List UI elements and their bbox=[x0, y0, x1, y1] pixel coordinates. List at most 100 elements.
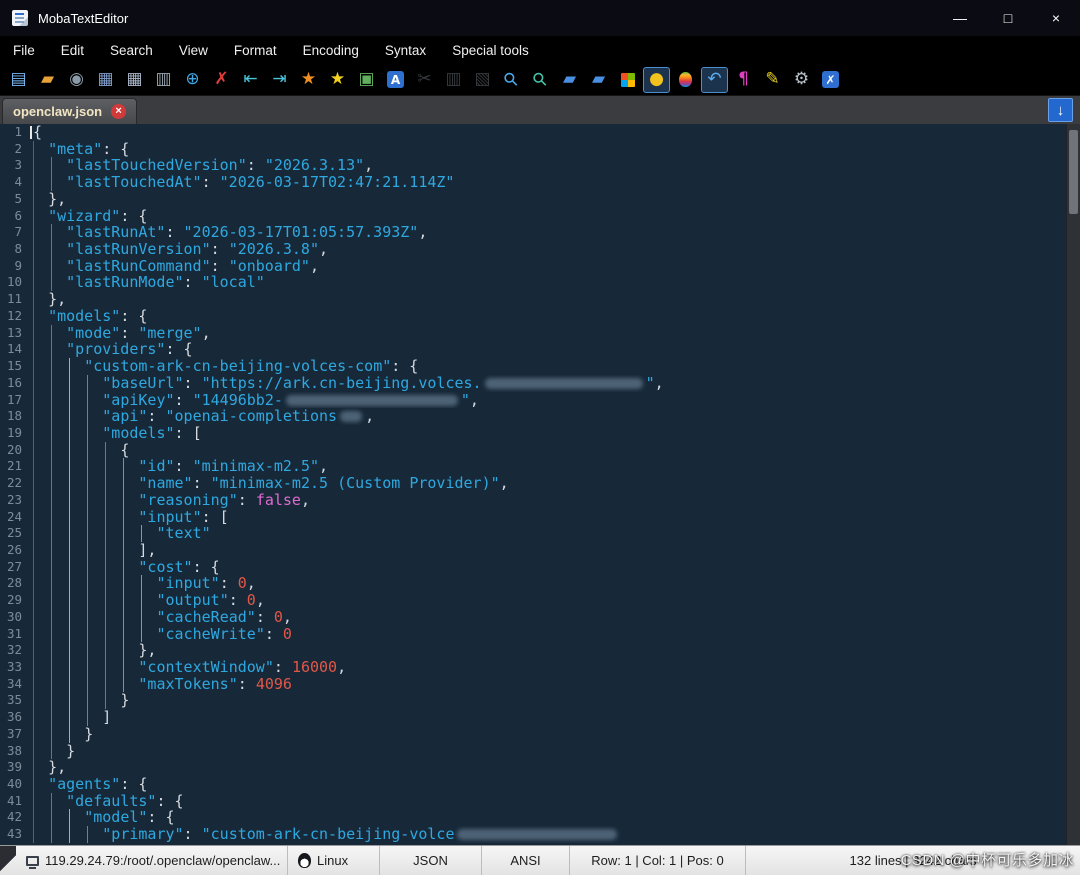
code-line[interactable]: 31 "cacheWrite": 0 bbox=[0, 625, 1080, 643]
new-file-button[interactable]: ▤ bbox=[5, 67, 32, 93]
code-line[interactable]: 9 "lastRunCommand": "onboard", bbox=[0, 257, 1080, 275]
menu-edit[interactable]: Edit bbox=[48, 36, 97, 64]
undo-button[interactable]: ↶ bbox=[701, 66, 728, 93]
code-line[interactable]: 30 "cacheRead": 0, bbox=[0, 608, 1080, 626]
search-button[interactable]: ⚲ bbox=[498, 67, 525, 93]
minimize-button[interactable]: — bbox=[936, 0, 984, 36]
code-line[interactable]: 34 "maxTokens": 4096 bbox=[0, 675, 1080, 693]
code-area[interactable]: 1{2 "meta": {3 "lastTouchedVersion": "2026… bbox=[0, 124, 1080, 843]
code-line[interactable]: 19 "models": [ bbox=[0, 424, 1080, 442]
code-line[interactable]: 39}, bbox=[0, 759, 1080, 777]
line-number: 6 bbox=[14, 207, 22, 223]
save-button[interactable]: ▦ bbox=[92, 67, 119, 93]
apple-button[interactable] bbox=[672, 67, 699, 93]
code-line[interactable]: 3 "lastTouchedVersion": "2026.3.13", bbox=[0, 157, 1080, 175]
code-line[interactable]: 23 "reasoning": false, bbox=[0, 491, 1080, 509]
code-line[interactable]: 8 "lastRunVersion": "2026.3.8", bbox=[0, 241, 1080, 258]
code-line[interactable]: 32}, bbox=[0, 642, 1080, 659]
globe-button[interactable]: ⊕ bbox=[179, 67, 206, 93]
tab-close-icon[interactable]: × bbox=[111, 104, 127, 119]
code-line[interactable]: 26], bbox=[0, 541, 1080, 559]
code-line[interactable]: 12 "models": { bbox=[0, 307, 1080, 325]
menu-syntax[interactable]: Syntax bbox=[372, 36, 439, 64]
code-line[interactable]: 29 "output": 0, bbox=[0, 592, 1080, 609]
paste-button[interactable]: ▧ bbox=[469, 67, 496, 93]
code-line[interactable]: 36] bbox=[0, 709, 1080, 726]
copy-button[interactable]: ▥ bbox=[440, 67, 467, 93]
blue-close-button[interactable]: ✗ bbox=[817, 67, 844, 93]
code-line[interactable]: 43 "primary": "custom-ark-cn-beijing-volc… bbox=[0, 826, 1080, 843]
prev-doc-button[interactable]: ▰ bbox=[556, 67, 583, 93]
tab-openclaw-json[interactable]: openclaw.json × bbox=[2, 98, 138, 124]
code-line[interactable]: 27 "cost": { bbox=[0, 558, 1080, 576]
code-line[interactable]: 10 "lastRunMode": "local" bbox=[0, 274, 1080, 292]
editor[interactable]: 1{2 "meta": {3 "lastTouchedVersion": "2026… bbox=[0, 124, 1080, 845]
pilcrow-button[interactable]: ¶ bbox=[730, 67, 757, 93]
maximize-button[interactable]: □ bbox=[984, 0, 1032, 36]
indent-button[interactable]: ⇥ bbox=[266, 67, 293, 93]
screenshot-button[interactable]: ▣ bbox=[353, 67, 380, 93]
tab-bar: openclaw.json × ↓ bbox=[0, 96, 1080, 124]
apple-icon bbox=[679, 72, 692, 87]
code-line[interactable]: 21 "id": "minimax-m2.5", bbox=[0, 458, 1080, 476]
pencil-button[interactable]: ✎ bbox=[759, 67, 786, 93]
record-button[interactable]: ◉ bbox=[63, 67, 90, 93]
code-line[interactable]: 22 "name": "minimax-m2.5 (Custom Provider… bbox=[0, 475, 1080, 492]
print-button[interactable]: ▥ bbox=[150, 67, 177, 93]
code-line[interactable]: 41 "defaults": { bbox=[0, 792, 1080, 810]
windows-button[interactable] bbox=[614, 67, 641, 93]
cut-button[interactable]: ✂ bbox=[411, 67, 438, 93]
code-content: "id": "minimax-m2.5", bbox=[30, 458, 1080, 476]
code-line[interactable]: 15 "custom-ark-cn-beijing-volces-com": { bbox=[0, 358, 1080, 375]
code-content: { bbox=[30, 124, 1080, 141]
menu-encoding[interactable]: Encoding bbox=[290, 36, 372, 64]
penguin-button[interactable]: ● bbox=[643, 66, 670, 93]
indent-guide bbox=[105, 525, 107, 542]
code-line[interactable]: 24 "input": [ bbox=[0, 508, 1080, 526]
menu-special-tools[interactable]: Special tools bbox=[439, 36, 542, 64]
next-doc-button[interactable]: ▰ bbox=[585, 67, 612, 93]
scrollbar-thumb[interactable] bbox=[1069, 130, 1078, 214]
code-line[interactable]: 38} bbox=[0, 742, 1080, 760]
code-line[interactable]: 40 "agents": { bbox=[0, 776, 1080, 793]
open-folder-button[interactable]: ▰ bbox=[34, 67, 61, 93]
code-line[interactable]: 7 "lastRunAt": "2026-03-17T01:05:57.393Z"… bbox=[0, 224, 1080, 242]
close-button[interactable]: × bbox=[1032, 0, 1080, 36]
outdent-button[interactable]: ⇤ bbox=[237, 67, 264, 93]
code-line[interactable]: 6 "wizard": { bbox=[0, 207, 1080, 225]
menu-file[interactable]: File bbox=[0, 36, 48, 64]
code-line[interactable]: 35} bbox=[0, 692, 1080, 710]
code-line[interactable]: 42 "model": { bbox=[0, 809, 1080, 827]
code-line[interactable]: 13 "mode": "merge", bbox=[0, 324, 1080, 342]
code-line[interactable]: 4 "lastTouchedAt": "2026-03-17T02:47:21.1… bbox=[0, 174, 1080, 191]
save-all-button[interactable]: ▦ bbox=[121, 67, 148, 93]
star-orange-button[interactable]: ★ bbox=[295, 67, 322, 93]
code-line[interactable]: 14 "providers": { bbox=[0, 341, 1080, 359]
font-button[interactable]: A bbox=[382, 67, 409, 93]
code-line[interactable]: 2 "meta": { bbox=[0, 140, 1080, 158]
menu-format[interactable]: Format bbox=[221, 36, 290, 64]
code-line[interactable]: 33 "contextWindow": 16000, bbox=[0, 659, 1080, 676]
prev-doc-icon: ▰ bbox=[562, 69, 577, 89]
code-line[interactable]: 25 "text" bbox=[0, 525, 1080, 542]
replace-button[interactable]: ⚲ bbox=[527, 67, 554, 93]
code-line[interactable]: 17 "apiKey": "14496bb2- ", bbox=[0, 391, 1080, 409]
menu-search[interactable]: Search bbox=[97, 36, 166, 64]
settings-button[interactable]: ⚙ bbox=[788, 67, 815, 93]
indent-guide bbox=[105, 608, 107, 626]
token: "api" bbox=[102, 408, 148, 425]
tab-scroll-down-button[interactable]: ↓ bbox=[1048, 98, 1073, 122]
code-line[interactable]: 1{ bbox=[0, 124, 1080, 141]
code-line[interactable]: 28 "input": 0, bbox=[0, 575, 1080, 593]
code-line[interactable]: 16 "baseUrl": "https://ark.cn-beijing.vol… bbox=[0, 374, 1080, 392]
close-file-button[interactable]: ✗ bbox=[208, 67, 235, 93]
code-line[interactable]: 20 { bbox=[0, 441, 1080, 459]
code-line[interactable]: 11}, bbox=[0, 291, 1080, 308]
vertical-scrollbar[interactable] bbox=[1066, 124, 1080, 845]
code-content: "lastRunMode": "local" bbox=[30, 274, 1080, 292]
code-line[interactable]: 5}, bbox=[0, 190, 1080, 208]
code-line[interactable]: 18 "api": "openai-completions, bbox=[0, 408, 1080, 425]
menu-view[interactable]: View bbox=[166, 36, 221, 64]
star-yellow-button[interactable]: ★ bbox=[324, 67, 351, 93]
code-line[interactable]: 37} bbox=[0, 725, 1080, 743]
